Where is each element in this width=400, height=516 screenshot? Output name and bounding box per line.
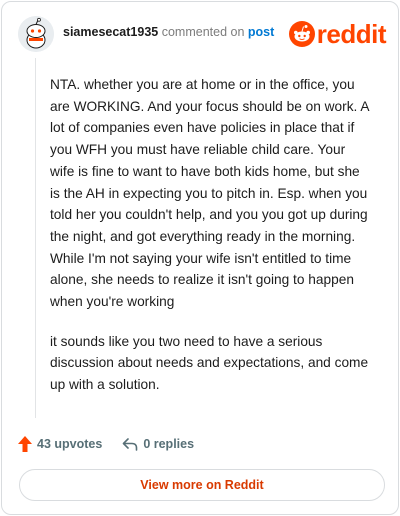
reply-count: 0 replies (143, 437, 195, 451)
comment-actions: 43 upvotes 0 replies (18, 434, 214, 454)
snoo-avatar-icon[interactable] (18, 16, 54, 52)
upvote-count: 43 upvotes (37, 437, 103, 451)
reply-button[interactable]: 0 replies (122, 437, 194, 451)
comment-paragraph: it sounds like you two need to have a se… (50, 333, 369, 393)
comment-embed-card: siamesecat1935 commented on post reddit … (1, 1, 399, 515)
upvote-button[interactable]: 43 upvotes (18, 436, 102, 452)
comment-header: siamesecat1935 commented on post reddit (18, 14, 387, 54)
post-link[interactable]: post (248, 25, 274, 39)
upvote-arrow-icon (18, 436, 32, 452)
comment-meta: siamesecat1935 commented on post (63, 25, 274, 39)
comment-verb: commented on (161, 25, 245, 39)
comment-paragraph: NTA. whether you are at home or in the o… (50, 77, 369, 310)
reddit-logo-icon (288, 21, 315, 47)
username-link[interactable]: siamesecat1935 (63, 25, 158, 39)
reddit-logo[interactable]: reddit (288, 19, 387, 49)
comment-body: NTA. whether you are at home or in the o… (50, 74, 372, 414)
view-more-button[interactable]: View more on Reddit (19, 469, 385, 501)
thread-line (35, 58, 36, 418)
reply-arrow-icon (123, 438, 138, 451)
reddit-wordmark: reddit (316, 19, 387, 49)
